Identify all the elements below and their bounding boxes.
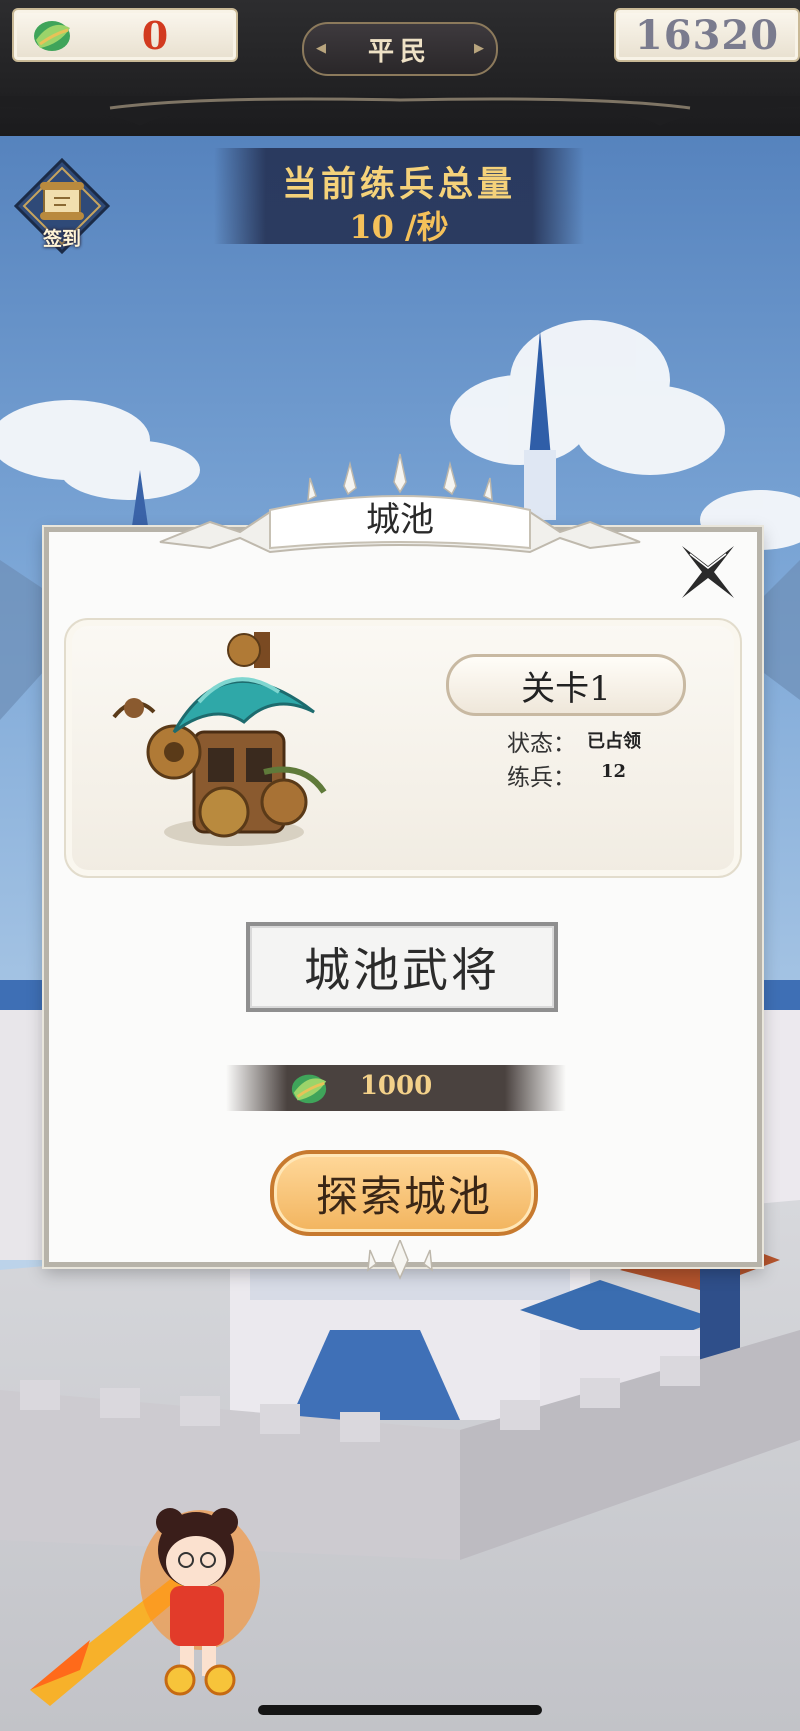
rank-left-arrow-icon: ◀: [316, 41, 326, 56]
hero-character[interactable]: [20, 1470, 320, 1710]
city-general-button[interactable]: 城池武将: [246, 922, 558, 1012]
jade-leaf-icon: [34, 21, 70, 51]
top-bar-trim: [0, 96, 800, 126]
jade-count: 0: [141, 12, 169, 58]
troops-label: 练兵：: [507, 765, 576, 791]
jade-counter: 0: [12, 8, 238, 62]
status-value: 已占领: [587, 731, 641, 752]
explore-cost-value: 1000: [359, 1071, 433, 1101]
city-building-image: [112, 632, 327, 846]
coin-count: 16320: [634, 11, 780, 59]
explore-cost: 1000: [226, 1065, 566, 1111]
explore-city-button[interactable]: 探索城池: [270, 1150, 538, 1236]
status-row: 状态： 已占领: [507, 724, 641, 758]
rank-label: 平民: [367, 36, 432, 67]
training-banner: 当前练兵总量 10 /秒: [214, 148, 584, 246]
level-label-pill: 关卡1: [446, 654, 686, 716]
dialog-title: 城池: [366, 500, 434, 540]
troops-value: 12: [601, 761, 627, 782]
troops-row: 练兵： 12: [507, 758, 626, 792]
status-label: 状态：: [507, 731, 576, 757]
rank-badge[interactable]: ◀ 平民 ▶: [302, 22, 498, 76]
training-title: 当前练兵总量: [281, 164, 516, 205]
coin-counter: 16320: [614, 8, 800, 62]
level-label: 关卡1: [521, 668, 611, 709]
home-indicator: [258, 1705, 542, 1715]
close-x-icon[interactable]: [676, 540, 740, 604]
rank-right-arrow-icon: ▶: [474, 41, 484, 56]
checkin-label: 签到: [42, 228, 81, 250]
checkin-button[interactable]: 签到: [13, 157, 111, 255]
dialog-bottom-ornament: [367, 1240, 433, 1280]
training-rate: 10 /秒: [349, 208, 449, 246]
